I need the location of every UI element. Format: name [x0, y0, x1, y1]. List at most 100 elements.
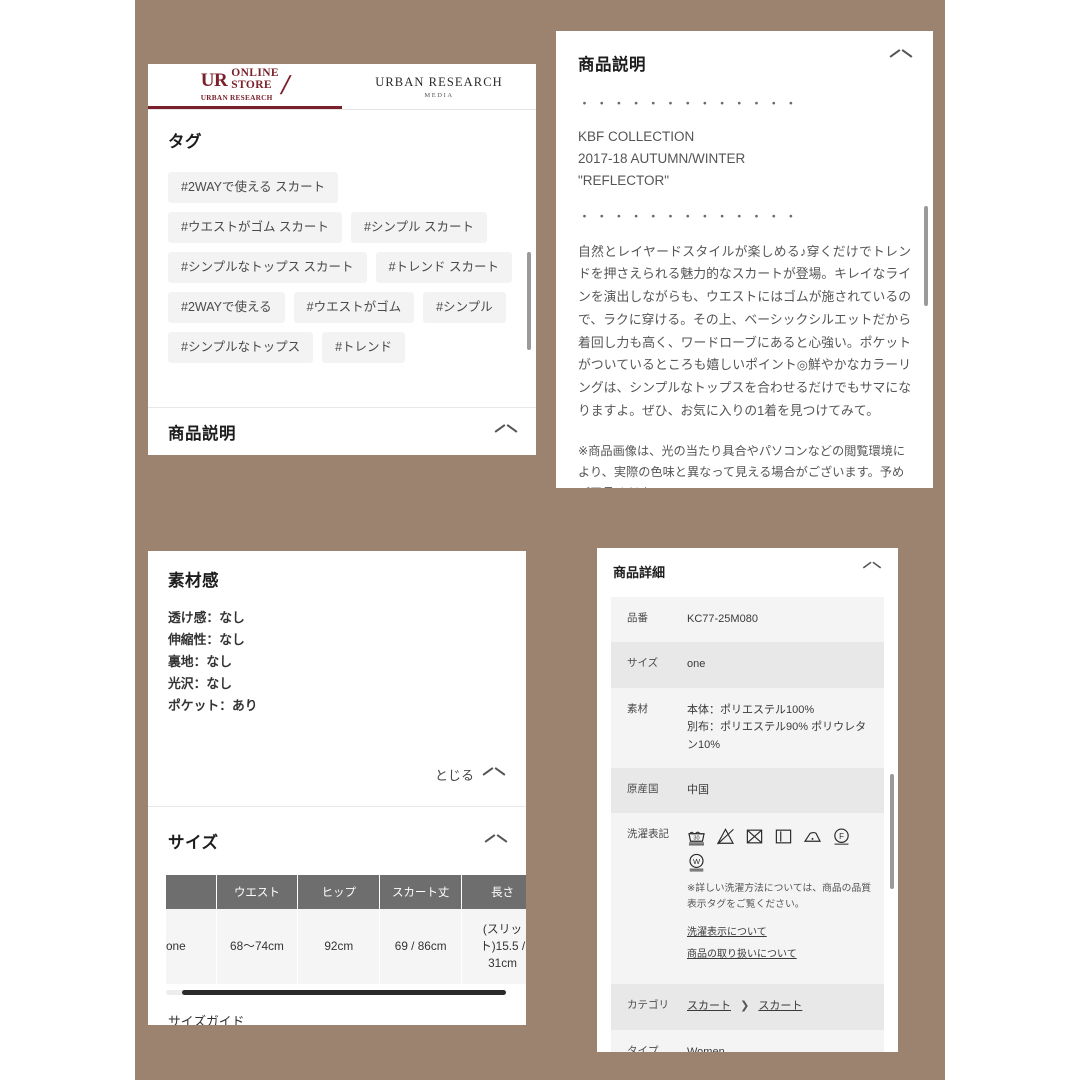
size-table-row: one 68〜74cm 92cm 69 / 86cm (スリット)15.5 / … [166, 909, 526, 985]
size-cell-skirt-length: 69 / 86cm [379, 909, 463, 985]
dots-divider-top: ・・・・・・・・・・・・・ [578, 96, 802, 111]
size-table: ウエスト ヒップ スカート丈 長さ one 68〜74cm 92cm 69 / … [166, 875, 526, 985]
detail-value: 本体：ポリエステル100% 別布：ポリエステル90% ポリウレタン10% [687, 703, 867, 751]
care-links: 洗濯表示について 商品の取り扱いについて [687, 925, 872, 964]
chevron-up-icon[interactable] [486, 836, 506, 847]
chevron-up-icon[interactable] [496, 426, 516, 437]
dots-divider-bottom: ・・・・・・・・・・・・・ [578, 208, 802, 224]
chevron-up-icon[interactable] [891, 51, 911, 62]
size-links: サイズガイド トルソーボディーサイズ [148, 995, 526, 1025]
drip-dry-icon [774, 827, 793, 846]
description-panel: 商品説明 ・・・・・・・・・・・・・ KBF COLLECTION 2017-1… [556, 31, 933, 488]
size-header[interactable]: サイズ [148, 807, 526, 853]
wetclean-w-icon: W [687, 853, 706, 872]
description-accordion-header[interactable]: 商品説明 [148, 407, 536, 455]
product-detail-table: 品番 KC77-25M080 サイズ one 素材 本体：ポリエステル100% … [611, 597, 884, 1052]
size-table-scrollbar-thumb[interactable] [182, 990, 506, 996]
no-bleach-icon [716, 827, 735, 846]
description-note: ※商品画像は、光の当たり具合やパソコンなどの閲覧環境により、実際の色味と異なって… [578, 443, 906, 488]
material-row: 透け感：なし [168, 610, 245, 625]
laundry-icon-group: 30 F W [687, 827, 867, 872]
category-link-parent[interactable]: スカート [687, 1000, 731, 1012]
description-paragraph: 自然とレイヤードスタイルが楽しめる♪穿くだけでトレンドを押さえられる魅力的なスカ… [578, 243, 911, 418]
tab-online-store[interactable]: UR ONLINE STORE URBAN RESEARCH / [148, 64, 342, 109]
material-size-panel: 素材感 透け感：なし 伸縮性：なし 裏地：なし 光沢：なし ポケット：あり とじ… [148, 551, 526, 1025]
size-col-waist: ウエスト [216, 875, 299, 909]
material-header: 素材感 [148, 551, 526, 591]
size-cell-length: (スリット)15.5 / 31cm [461, 909, 526, 985]
detail-row-size: サイズ one [611, 642, 884, 688]
tags-panel: UR ONLINE STORE URBAN RESEARCH / URBAN R… [148, 64, 536, 455]
size-table-wrapper: ウエスト ヒップ スカート丈 長さ one 68〜74cm 92cm 69 / … [148, 853, 526, 985]
material-row: 光沢：なし [168, 676, 232, 691]
tag-item[interactable]: #トレンド スカート [375, 252, 512, 283]
size-table-header-row: ウエスト ヒップ スカート丈 長さ [166, 875, 526, 909]
detail-row-care: 洗濯表記 30 F W ※詳しい洗濯方法については、商品の品質表示タグをご覧くだ… [611, 813, 884, 985]
tag-item[interactable]: #シンプル スカート [350, 212, 487, 243]
collection-line: "REFLECTOR" [578, 172, 670, 188]
detail-key: カテゴリ [627, 999, 669, 1012]
collection-line: 2017-18 AUTUMN/WINTER [578, 150, 746, 166]
size-table-scrollbar-track[interactable] [166, 990, 506, 996]
ur-online-store-logo: UR ONLINE STORE URBAN RESEARCH / [200, 68, 293, 102]
care-label-link[interactable]: 洗濯表示について [687, 925, 872, 941]
material-close-control[interactable]: とじる [148, 765, 526, 784]
material-title: 素材感 [168, 572, 219, 590]
tags-title: タグ [168, 133, 202, 151]
detail-value: KC77-25M080 [687, 613, 758, 625]
handling-link[interactable]: 商品の取り扱いについて [687, 947, 872, 963]
collection-line: KBF COLLECTION [578, 129, 695, 144]
detail-key: タイプ [627, 1044, 659, 1052]
description-header[interactable]: 商品説明 [556, 31, 933, 75]
iron-low-icon [803, 827, 822, 846]
tag-item[interactable]: #トレンド [322, 332, 406, 363]
size-col-skirt-length: スカート丈 [379, 875, 463, 909]
screenshot-canvas: UR ONLINE STORE URBAN RESEARCH / URBAN R… [0, 0, 1080, 1080]
tags-panel-scrollbar[interactable] [527, 252, 531, 350]
tag-item[interactable]: #シンプル [423, 292, 506, 323]
material-row: 伸縮性：なし [168, 632, 245, 647]
size-cell-waist: 68〜74cm [216, 909, 299, 985]
tab-urban-research-media[interactable]: URBAN RESEARCH MEDIA [342, 64, 536, 109]
chevron-up-icon[interactable] [484, 769, 504, 780]
detail-value: one [687, 658, 706, 671]
chevron-up-icon[interactable] [864, 563, 880, 572]
size-col-length: 長さ [461, 875, 526, 909]
chevron-right-icon: ❯ [740, 1000, 750, 1013]
tag-item[interactable]: #ウエストがゴム スカート [168, 212, 342, 243]
material-row: 裏地：なし [168, 654, 232, 669]
description-accordion-title: 商品説明 [168, 424, 236, 443]
tag-item[interactable]: #ウエストがゴム [293, 292, 415, 323]
tags-header: タグ [148, 110, 536, 152]
detail-key: サイズ [627, 657, 659, 670]
media-subtitle: MEDIA [424, 91, 454, 99]
size-guide-link[interactable]: サイズガイド [168, 1011, 506, 1025]
svg-text:F: F [839, 832, 844, 841]
close-label: とじる [434, 768, 474, 783]
tag-item[interactable]: #2WAYで使える [168, 292, 285, 323]
category-link-child[interactable]: スカート [758, 1000, 802, 1012]
detail-key: 素材 [627, 702, 648, 715]
size-cell-name: one [166, 909, 217, 985]
detail-value: 中国 [687, 783, 709, 796]
material-attribute-list: 透け感：なし 伸縮性：なし 裏地：なし 光沢：なし ポケット：あり [148, 591, 526, 717]
product-detail-scrollbar[interactable] [890, 774, 894, 889]
tag-item[interactable]: #2WAYで使える スカート [168, 172, 339, 203]
product-detail-header[interactable]: 商品詳細 [597, 548, 898, 581]
description-body: ・・・・・・・・・・・・・ KBF COLLECTION 2017-18 AUT… [556, 75, 933, 488]
detail-row-category: カテゴリ スカート ❯ スカート [611, 984, 884, 1030]
logo-slash-icon: / [278, 69, 293, 100]
description-panel-scrollbar[interactable] [924, 206, 928, 306]
detail-row-country: 原産国 中国 [611, 767, 884, 814]
type-link[interactable]: Women [687, 1046, 725, 1052]
tag-item[interactable]: #シンプルなトップス [168, 332, 314, 363]
detail-row-type: タイプ Women [611, 1029, 884, 1052]
wash-tub-30-icon: 30 [687, 827, 706, 846]
no-tumble-dry-icon [745, 827, 764, 846]
logo-ur-mark: UR [200, 69, 228, 91]
tag-item[interactable]: #シンプルなトップス スカート [168, 252, 367, 283]
size-title: サイズ [168, 834, 219, 852]
detail-row-product-number: 品番 KC77-25M080 [611, 597, 884, 643]
care-note: ※詳しい洗濯方法については、商品の品質表示タグをご覧ください。 [687, 883, 872, 911]
dryclean-f-icon: F [832, 827, 851, 846]
